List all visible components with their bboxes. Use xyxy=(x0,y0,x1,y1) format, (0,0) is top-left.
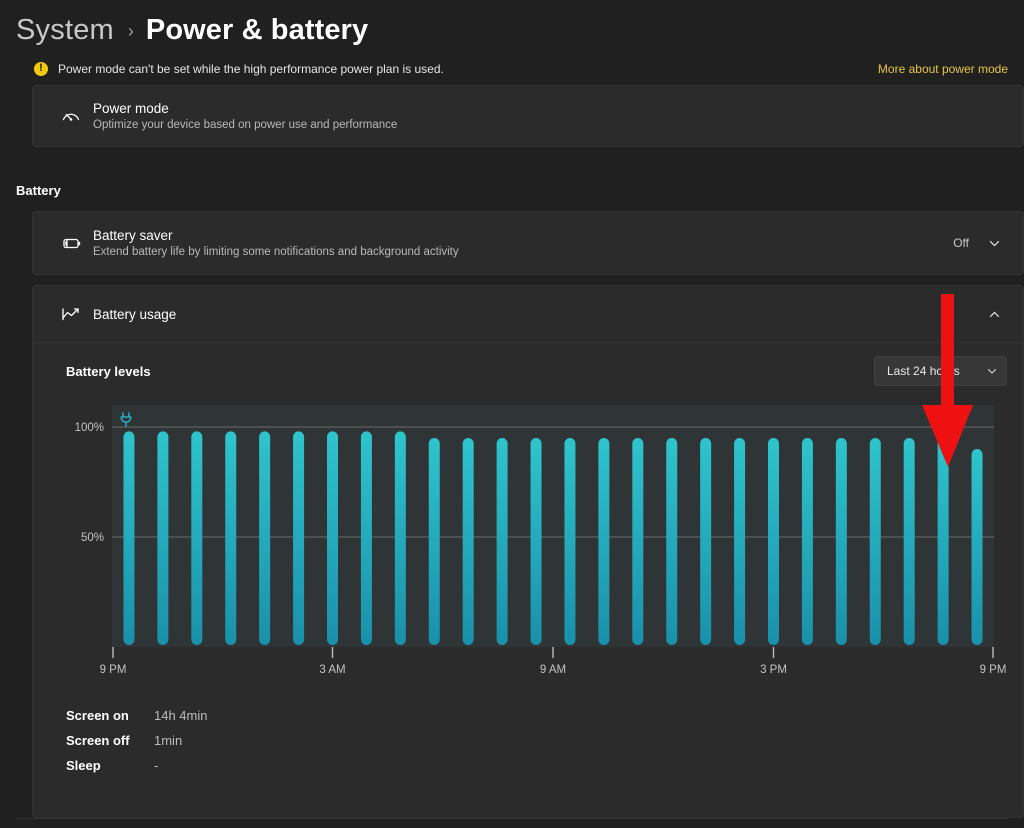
battery-level-bar xyxy=(835,438,847,645)
power-mode-title: Power mode xyxy=(93,101,169,116)
battery-levels-chart: 50% 100% 9 PM 3 AM 9 AM 3 PM 9 PM xyxy=(66,399,1007,689)
chevron-down-icon xyxy=(986,365,998,377)
battery-level-bar xyxy=(157,431,169,645)
battery-level-bar xyxy=(564,438,576,645)
battery-saver-title: Battery saver xyxy=(93,228,173,243)
battery-level-bar xyxy=(293,431,305,645)
breadcrumb-parent-system[interactable]: System xyxy=(16,14,114,47)
more-about-power-mode-link[interactable]: More about power mode xyxy=(878,62,1008,76)
battery-level-bar xyxy=(496,438,508,645)
battery-usage-card[interactable]: Battery usage xyxy=(32,285,1024,343)
battery-level-bar xyxy=(394,431,406,645)
battery-levels-heading: Battery levels xyxy=(66,363,151,379)
battery-saver-value: Off xyxy=(953,236,969,250)
x-axis-tick-label: 3 PM xyxy=(760,664,787,676)
stat-key: Screen off xyxy=(66,733,130,748)
battery-level-bar xyxy=(666,438,678,645)
battery-level-bar xyxy=(971,449,983,645)
battery-level-bar xyxy=(734,438,746,645)
battery-level-bar xyxy=(123,431,135,645)
battery-level-bar xyxy=(530,438,542,645)
battery-level-bar xyxy=(428,438,440,645)
battery-level-bar xyxy=(869,438,881,645)
stat-value: 14h 4min xyxy=(154,708,208,723)
battery-level-bar xyxy=(632,438,644,645)
battery-level-bar xyxy=(191,431,203,645)
time-range-dropdown[interactable]: Last 24 hours xyxy=(874,356,1007,386)
power-mode-card[interactable]: Power mode Optimize your device based on… xyxy=(32,85,1024,147)
battery-level-bar xyxy=(700,438,712,645)
y-axis-tick-label: 100% xyxy=(75,422,104,434)
battery-level-bar xyxy=(768,438,779,645)
chart-line-icon xyxy=(49,302,93,326)
x-axis-tick-label: 9 PM xyxy=(100,664,127,676)
power-mode-subtitle: Optimize your device based on power use … xyxy=(93,119,398,131)
battery-usage-title: Battery usage xyxy=(93,306,177,322)
settings-page: System › Power & battery Power mode can'… xyxy=(0,0,1024,828)
charging-band xyxy=(112,405,994,647)
battery-usage-stats: Screen on 14h 4min Screen off 1min Sleep… xyxy=(49,689,1007,784)
battery-saver-icon xyxy=(49,230,93,256)
x-axis-tick-label: 3 AM xyxy=(319,664,345,676)
stat-key: Sleep xyxy=(66,758,101,773)
y-axis-tick-label: 50% xyxy=(81,532,104,544)
battery-levels-chart-svg: 50% 100% 9 PM 3 AM 9 AM 3 PM 9 PM xyxy=(75,405,1006,676)
battery-section-label: Battery xyxy=(16,183,61,198)
battery-level-bar xyxy=(937,438,949,645)
battery-level-bar xyxy=(598,438,610,645)
battery-level-bar xyxy=(225,431,237,645)
section-divider xyxy=(16,818,1008,819)
battery-saver-subtitle: Extend battery life by limiting some not… xyxy=(93,246,459,258)
battery-level-bar xyxy=(327,431,338,645)
battery-level-bar xyxy=(801,438,813,645)
time-range-value: Last 24 hours xyxy=(887,364,960,378)
battery-level-bar xyxy=(462,438,474,645)
battery-level-bar xyxy=(360,431,372,645)
battery-level-bar xyxy=(903,438,915,645)
x-axis-tick-label: 9 AM xyxy=(540,664,566,676)
warning-icon xyxy=(34,61,48,76)
stat-value: 1min xyxy=(154,733,183,748)
stat-row: Screen off 1min xyxy=(66,728,1007,753)
notice-message: Power mode can't be set while the high p… xyxy=(58,62,444,76)
chevron-up-icon[interactable] xyxy=(981,301,1007,327)
battery-level-bar xyxy=(259,431,271,645)
stat-value: - xyxy=(154,758,159,773)
x-axis-tick-label: 9 PM xyxy=(980,664,1006,676)
page-title: Power & battery xyxy=(145,13,369,46)
breadcrumb: System › Power & battery xyxy=(0,0,1024,46)
chevron-down-icon[interactable] xyxy=(981,230,1007,256)
stat-row: Screen on 14h 4min xyxy=(66,703,1007,728)
stat-key: Screen on xyxy=(66,708,129,723)
gauge-icon xyxy=(49,104,93,128)
battery-levels-panel: Battery levels Last 24 hours 50% 100% 9 PM… xyxy=(32,343,1024,818)
battery-saver-card[interactable]: Battery saver Extend battery life by lim… xyxy=(32,211,1024,275)
power-mode-notice: Power mode can't be set while the high p… xyxy=(16,56,1008,82)
stat-row: Sleep - xyxy=(66,753,1007,778)
breadcrumb-separator-icon: › xyxy=(127,20,134,41)
